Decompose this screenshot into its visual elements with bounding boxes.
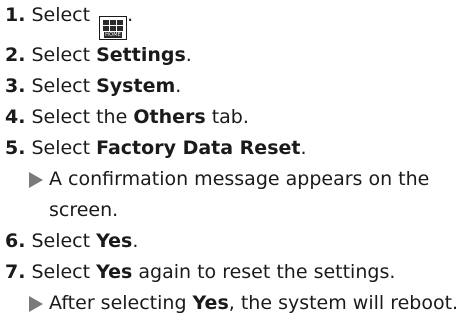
step-text: Select the Others tab. [31, 106, 249, 128]
triangle-arrow-icon [29, 172, 43, 188]
step-7-note: After selecting Yes, the system will reb… [5, 288, 470, 319]
step-2: 2. Select Settings. [5, 40, 470, 71]
step-keyword: System [96, 75, 176, 97]
step-4: 4. Select the Others tab. [5, 102, 470, 133]
step-keyword: Yes [96, 230, 133, 252]
step-5: 5. Select Factory Data Reset. [5, 133, 470, 164]
step-1: 1. Select HOME. [5, 0, 470, 40]
step-number: 1. [5, 4, 26, 26]
triangle-arrow-icon [29, 296, 43, 312]
step-3: 3. Select System. [5, 71, 470, 102]
step-7: 7. Select Yes again to reset the setting… [5, 257, 470, 288]
step-text: Select Yes. [31, 230, 139, 252]
step-text: Select Yes again to reset the settings. [31, 261, 396, 283]
step-number: 4. [5, 106, 26, 128]
step-text: Select Factory Data Reset. [31, 137, 307, 159]
step-number: 5. [5, 137, 26, 159]
step-keyword: Others [133, 106, 206, 128]
step-keyword: Settings [96, 44, 186, 66]
instruction-steps: 1. Select HOME. 2. Select Settings. 3. S… [5, 0, 470, 319]
note-keyword: Yes [192, 292, 229, 314]
home-button-icon: HOME [99, 16, 128, 40]
step-6: 6. Select Yes. [5, 226, 470, 257]
note-text: A confirmation message appears on the sc… [49, 168, 430, 221]
step-number: 7. [5, 261, 26, 283]
step-text: Select HOME. [31, 4, 134, 40]
step-number: 2. [5, 44, 26, 66]
step-keyword: Yes [96, 261, 133, 283]
step-text: Select Settings. [31, 44, 192, 66]
step-keyword: Factory Data Reset [96, 137, 301, 159]
step-text: Select System. [31, 75, 182, 97]
note-text: After selecting Yes, the system will reb… [49, 292, 459, 314]
step-5-note: A confirmation message appears on the sc… [5, 164, 470, 226]
home-icon-label: HOME [104, 32, 123, 38]
step-number: 3. [5, 75, 26, 97]
step-number: 6. [5, 230, 26, 252]
